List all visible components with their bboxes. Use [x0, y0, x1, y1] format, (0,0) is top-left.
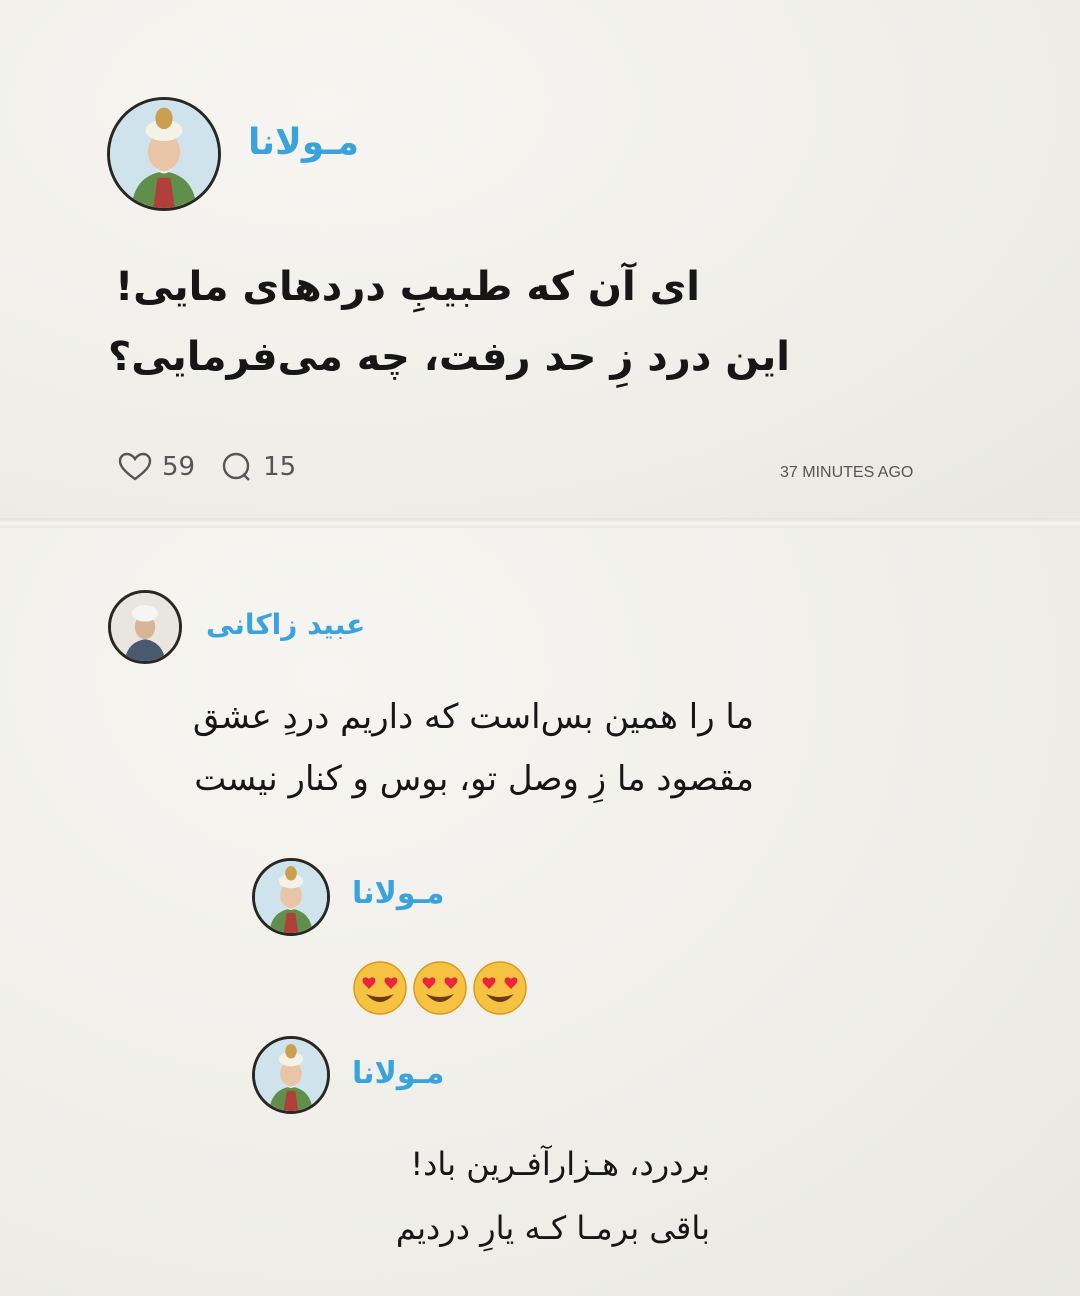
post-author[interactable]: مـولانا	[248, 122, 360, 163]
heart-eyes-emoji-icon	[472, 960, 528, 1020]
avatar-obeid[interactable]	[108, 590, 182, 664]
reply-1-line-1: ما را همین بس‌است که داریم دردِ عشق	[192, 697, 754, 737]
reply-author-1[interactable]: عبید زاکانی	[206, 608, 366, 641]
reply-3-line-1: بردرد، هـزارآفـرین باد!	[410, 1145, 710, 1183]
reply-emojis	[352, 960, 528, 1020]
post-text-2: این درد زِ حد رفت، چه می‌فرمایی؟	[100, 322, 790, 392]
comment-icon[interactable]	[221, 451, 253, 483]
heart-icon[interactable]	[118, 452, 152, 482]
post-line-2: این درد زِ حد رفت، چه می‌فرمایی؟	[108, 334, 790, 380]
post-text: ای آن که طبیبِ دردهای مایی!	[100, 252, 700, 322]
avatar-molana[interactable]	[107, 97, 221, 211]
avatar-molana-3[interactable]	[252, 1036, 330, 1114]
paper-fold	[0, 518, 1080, 528]
avatar-molana-2[interactable]	[252, 858, 330, 936]
reply-author-3[interactable]: مـولانا	[352, 1056, 452, 1091]
post-line-1: ای آن که طبیبِ دردهای مایی!	[114, 264, 700, 310]
post-timestamp: 37 MINUTES AGO	[780, 464, 914, 481]
heart-eyes-emoji-icon	[352, 960, 408, 1020]
reply-3-line-2: باقی برمـا کـه یارِ دردیم	[395, 1209, 710, 1247]
likes-count: 59	[162, 452, 196, 482]
comments-count: 15	[263, 452, 297, 482]
reply-text-1: ما را همین بس‌است که داریم دردِ عشق مقصو…	[118, 686, 754, 810]
reply-author-2[interactable]: مـولانا	[352, 876, 452, 911]
post-stats: 59 15	[118, 450, 296, 484]
heart-eyes-emoji-icon	[412, 960, 468, 1020]
reply-text-3: بردرد، هـزارآفـرین باد! باقی برمـا کـه ی…	[340, 1132, 710, 1260]
reply-1-line-2: مقصود ما زِ وصل تو، بوس و کنار نیست	[194, 759, 754, 799]
